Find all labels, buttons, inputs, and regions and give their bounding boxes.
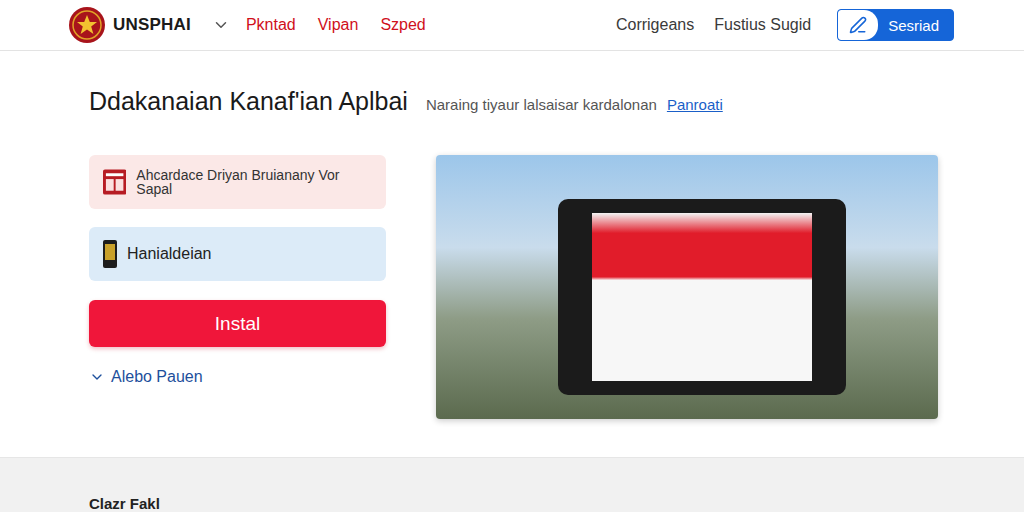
nav-item[interactable]: Pkntad [246,16,296,34]
option-label: Hanialdeian [127,246,212,263]
nav-item[interactable]: Vipan [318,16,359,34]
page: UNSPHAI Pkntad Vipan Szped Corrigeans Fustius… [0,0,1024,512]
footer-heading: Clazr Fakl [89,495,935,512]
title-row: Ddakanaian Kanaf'ian Aplbai Naraing tiyau… [89,87,938,119]
option-label: Ahcardace Driyan Bruianany Vor Sapal [136,168,372,197]
brand-name[interactable]: UNSPHAI [113,15,191,35]
option-card[interactable]: Hanialdeian [89,227,386,281]
brand[interactable]: UNSPHAI [68,6,230,44]
options-column: Ahcardace Driyan Bruianany Vor Sapal Hani… [89,155,386,419]
page-subtitle: Naraing tiyaur lalsaisar kardalonan [426,96,657,113]
logo-emblem-icon [68,6,106,44]
main-nav: Pkntad Vipan Szped [246,16,426,34]
subtitle-link[interactable]: Panroati [667,96,723,113]
footer-band: Clazr Fakl [0,457,1024,512]
tablet-in-photo [558,199,846,395]
sign-button-label: Sesriad [878,17,953,34]
header-links: Corrigeans Fustius Sugid [616,16,811,34]
install-button[interactable]: Instal [89,300,386,347]
chevron-down-icon[interactable] [212,16,230,34]
document-icon [103,169,126,195]
tablet-screen [592,213,812,381]
header-link[interactable]: Corrigeans [616,16,694,34]
main-content: Ddakanaian Kanaf'ian Aplbai Naraing tiyau… [0,51,1024,457]
header-link[interactable]: Fustius Sugid [714,16,811,34]
option-card[interactable]: Ahcardace Driyan Bruianany Vor Sapal [89,155,386,209]
phone-icon [103,240,117,268]
top-bar: UNSPHAI Pkntad Vipan Szped Corrigeans Fustius… [0,0,1024,51]
pen-icon [838,10,878,40]
page-title: Ddakanaian Kanaf'ian Aplbai [89,87,408,116]
sign-button[interactable]: Sesriad [837,9,954,41]
hero-photo [436,155,938,419]
content-columns: Ahcardace Driyan Bruianany Vor Sapal Hani… [89,155,938,419]
chevron-down-icon [89,369,105,385]
nav-item[interactable]: Szped [380,16,425,34]
more-link[interactable]: Alebo Pauen [89,368,386,386]
